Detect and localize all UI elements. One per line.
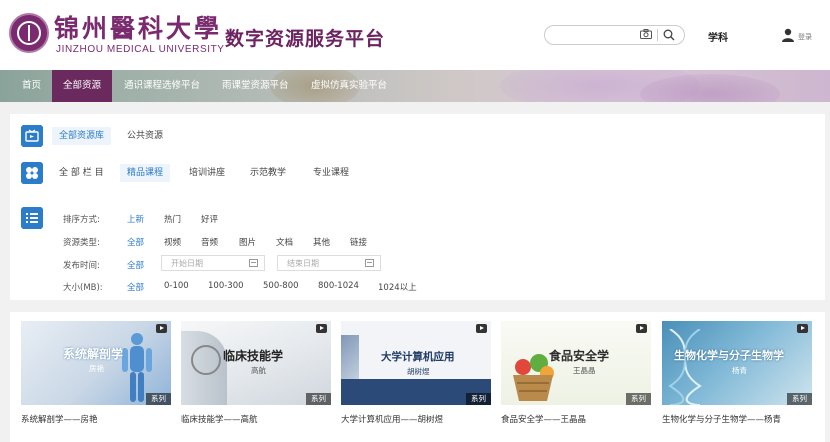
series-badge: 系列 bbox=[787, 393, 812, 405]
user-icon[interactable] bbox=[781, 28, 795, 42]
type-option-link[interactable]: 链接 bbox=[350, 236, 367, 248]
play-icon[interactable] bbox=[797, 324, 808, 333]
card-author: 胡树煜 bbox=[407, 367, 430, 376]
type-label: 资源类型: bbox=[63, 238, 100, 248]
tab-demo-teaching[interactable]: 示范教学 bbox=[243, 164, 293, 182]
main-navbar: 首页 全部资源 通识课程选修平台 雨课堂资源平台 虚拟仿真实验平台 bbox=[0, 70, 830, 102]
type-option-document[interactable]: 文档 bbox=[276, 236, 293, 248]
dna-helix-icon bbox=[668, 329, 702, 405]
search-input[interactable] bbox=[553, 28, 641, 44]
card-title: 大学计算机应用 bbox=[381, 351, 455, 363]
tab-quality-courses[interactable]: 精品课程 bbox=[120, 164, 171, 182]
sort-label: 排序方式: bbox=[63, 215, 100, 225]
library-icon bbox=[21, 125, 43, 147]
play-icon[interactable] bbox=[316, 324, 327, 333]
play-icon[interactable] bbox=[636, 324, 647, 333]
card-author: 王晶晶 bbox=[573, 366, 596, 375]
tab-all-columns[interactable]: 全 部 栏 目 bbox=[52, 164, 111, 182]
series-badge: 系列 bbox=[146, 393, 171, 405]
header: 锦州醫科大學 JINZHOU MEDICAL UNIVERSITY 数字资源服务… bbox=[0, 0, 830, 70]
filter-panel: 全部资源库 公共资源 全 部 栏 目 精品课程 培训讲座 示范教学 专业课程 排… bbox=[10, 114, 825, 300]
nav-item-home[interactable]: 首页 bbox=[12, 70, 51, 102]
nav-item-all-resources[interactable]: 全部资源 bbox=[52, 70, 112, 102]
card-corner-decoration bbox=[341, 335, 359, 379]
course-card-thumbnail[interactable]: 临床技能学 高航 系列 bbox=[181, 321, 331, 405]
course-card-thumbnail[interactable]: 生物化学与分子生物学 杨青 系列 bbox=[662, 321, 812, 405]
play-icon[interactable] bbox=[476, 324, 487, 333]
start-date-field[interactable]: 开始日期 bbox=[161, 255, 265, 271]
end-date-field[interactable]: 结束日期 bbox=[277, 255, 381, 271]
card-caption[interactable]: 生物化学与分子生物学——杨青 bbox=[662, 413, 781, 425]
subject-link[interactable]: 学科 bbox=[708, 29, 728, 44]
tab-training-lectures[interactable]: 培训讲座 bbox=[182, 164, 232, 182]
grid-icon bbox=[21, 162, 43, 184]
date-option-all[interactable]: 全部 bbox=[127, 259, 144, 271]
card-title: 临床技能学 bbox=[223, 349, 284, 363]
nav-item-rain-classroom[interactable]: 雨课堂资源平台 bbox=[212, 70, 299, 102]
card-title: 食品安全学 bbox=[549, 349, 610, 363]
card-caption[interactable]: 系统解剖学——房艳 bbox=[21, 413, 98, 425]
course-card-thumbnail[interactable]: 食品安全学 王晶晶 系列 bbox=[501, 321, 651, 405]
nav-item-general-courses[interactable]: 通识课程选修平台 bbox=[114, 70, 210, 102]
search-icon[interactable] bbox=[663, 29, 675, 41]
logo-english-name: JINZHOU MEDICAL UNIVERSITY bbox=[56, 44, 225, 55]
university-emblem-icon[interactable] bbox=[9, 13, 49, 53]
logo-chinese-name[interactable]: 锦州醫科大學 bbox=[54, 9, 222, 45]
size-option-800-1024[interactable]: 800-1024 bbox=[318, 281, 359, 291]
sort-option-hot[interactable]: 热门 bbox=[164, 213, 181, 225]
card-caption[interactable]: 食品安全学——王晶晶 bbox=[501, 413, 586, 425]
card-title: 系统解剖学 bbox=[63, 347, 124, 361]
play-icon[interactable] bbox=[156, 324, 167, 333]
tab-public-resources[interactable]: 公共资源 bbox=[120, 127, 170, 145]
tab-all-libraries[interactable]: 全部资源库 bbox=[52, 127, 112, 145]
size-option-1024-plus[interactable]: 1024以上 bbox=[378, 281, 417, 293]
date-label: 发布时间: bbox=[63, 261, 100, 271]
stethoscope-icon bbox=[191, 345, 221, 375]
card-caption[interactable]: 大学计算机应用——胡树煜 bbox=[341, 413, 443, 425]
series-badge: 系列 bbox=[626, 393, 651, 405]
sort-option-rated[interactable]: 好评 bbox=[201, 213, 218, 225]
size-option-100-300[interactable]: 100-300 bbox=[208, 281, 244, 291]
search-divider bbox=[657, 29, 658, 41]
card-caption[interactable]: 临床技能学——高航 bbox=[181, 413, 258, 425]
size-option-500-800[interactable]: 500-800 bbox=[263, 281, 299, 291]
size-label: 大小(MB): bbox=[63, 283, 103, 293]
course-card-thumbnail[interactable]: 大学计算机应用 胡树煜 系列 bbox=[341, 321, 491, 405]
list-icon bbox=[21, 207, 43, 229]
type-option-other[interactable]: 其他 bbox=[313, 236, 330, 248]
tab-major-courses[interactable]: 专业课程 bbox=[306, 164, 356, 182]
camera-icon[interactable] bbox=[640, 29, 652, 39]
size-option-0-100[interactable]: 0-100 bbox=[164, 281, 189, 291]
size-option-all[interactable]: 全部 bbox=[127, 281, 144, 293]
card-author: 房艳 bbox=[89, 364, 104, 373]
search-box bbox=[544, 25, 685, 45]
site-title: 数字资源服务平台 bbox=[225, 28, 386, 50]
nav-item-virtual-lab[interactable]: 虚拟仿真实验平台 bbox=[301, 70, 397, 102]
card-author: 高航 bbox=[251, 366, 266, 375]
type-option-all[interactable]: 全部 bbox=[127, 236, 144, 248]
type-option-audio[interactable]: 音频 bbox=[201, 236, 218, 248]
end-date-placeholder: 结束日期 bbox=[287, 259, 319, 268]
card-title: 生物化学与分子生物学 bbox=[674, 349, 784, 362]
login-link[interactable]: 登录 bbox=[798, 32, 812, 42]
type-option-image[interactable]: 图片 bbox=[239, 236, 256, 248]
course-card-thumbnail[interactable]: 系统解剖学 房艳 系列 bbox=[21, 321, 171, 405]
calendar-icon[interactable] bbox=[365, 259, 374, 267]
series-badge: 系列 bbox=[466, 393, 491, 405]
sort-option-newest[interactable]: 上新 bbox=[127, 213, 144, 225]
start-date-placeholder: 开始日期 bbox=[171, 259, 203, 268]
series-badge: 系列 bbox=[306, 393, 331, 405]
type-option-video[interactable]: 视频 bbox=[164, 236, 181, 248]
card-author: 杨青 bbox=[732, 366, 747, 375]
calendar-icon[interactable] bbox=[249, 259, 258, 267]
course-card-list: 系统解剖学 房艳 系列 系统解剖学——房艳 临床技能学 高航 系列 临床技能学—… bbox=[10, 312, 825, 442]
